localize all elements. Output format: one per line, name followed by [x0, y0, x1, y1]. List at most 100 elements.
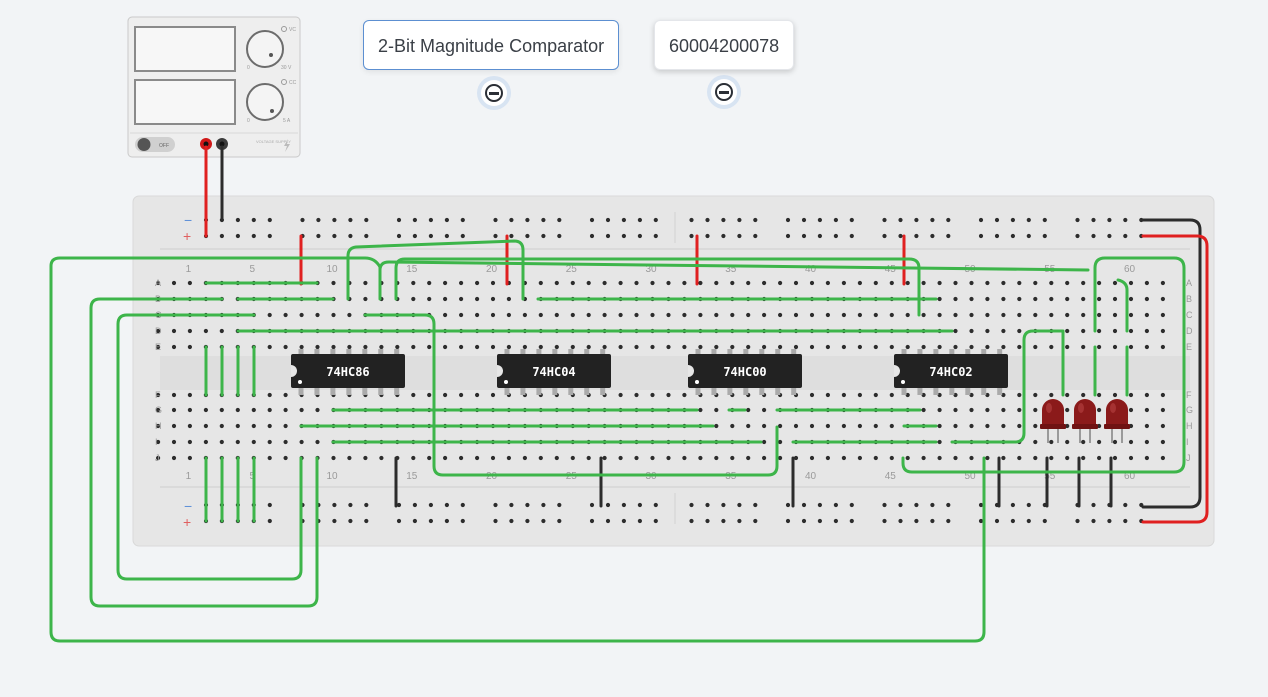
rail-hole[interactable] — [396, 233, 402, 239]
rail-hole[interactable] — [332, 217, 337, 223]
breadboard-hole[interactable] — [490, 280, 496, 286]
circuit-canvas[interactable]: VC CC 0 30 V 0 5 A OFF VOLTAGE SUPPLY − … — [0, 0, 1268, 697]
breadboard-hole[interactable] — [682, 280, 687, 286]
breadboard-hole[interactable] — [714, 280, 719, 286]
breadboard-hole[interactable] — [778, 439, 783, 445]
rail-hole[interactable] — [753, 518, 758, 524]
breadboard-hole[interactable] — [459, 296, 464, 302]
breadboard-hole[interactable] — [1160, 455, 1165, 461]
breadboard-hole[interactable] — [1065, 344, 1070, 350]
breadboard-hole[interactable] — [1001, 455, 1006, 461]
breadboard-hole[interactable] — [171, 344, 177, 350]
rail-hole[interactable] — [428, 502, 433, 508]
rail-hole[interactable] — [705, 217, 710, 223]
rail-hole[interactable] — [1042, 518, 1047, 524]
breadboard-hole[interactable] — [602, 455, 607, 461]
id-annotation[interactable]: 60004200078 — [654, 20, 795, 70]
breadboard-hole[interactable] — [857, 423, 863, 429]
breadboard-hole[interactable] — [714, 312, 719, 318]
breadboard-hole[interactable] — [1017, 455, 1022, 461]
breadboard-hole[interactable] — [666, 392, 671, 398]
breadboard-hole[interactable] — [363, 344, 368, 350]
rail-hole[interactable] — [316, 233, 321, 239]
breadboard-hole[interactable] — [1160, 344, 1165, 350]
breadboard-hole[interactable] — [825, 280, 831, 286]
rail-hole[interactable] — [721, 502, 726, 508]
breadboard-hole[interactable] — [1128, 328, 1134, 334]
rail-hole[interactable] — [541, 217, 546, 223]
breadboard-hole[interactable] — [586, 455, 591, 461]
rail-hole[interactable] — [509, 217, 514, 223]
breadboard-hole[interactable] — [1081, 455, 1086, 461]
rail-hole[interactable] — [882, 502, 887, 508]
rail-hole[interactable] — [914, 518, 919, 524]
breadboard-hole[interactable] — [873, 344, 878, 350]
breadboard-hole[interactable] — [1033, 296, 1038, 302]
breadboard-hole[interactable] — [379, 344, 384, 350]
rail-hole[interactable] — [444, 233, 449, 239]
rail-hole[interactable] — [525, 518, 530, 524]
breadboard-hole[interactable] — [762, 312, 767, 318]
breadboard-hole[interactable] — [379, 455, 384, 461]
breadboard-hole[interactable] — [778, 344, 783, 350]
breadboard-hole[interactable] — [985, 407, 990, 413]
breadboard-hole[interactable] — [299, 407, 304, 413]
breadboard-hole[interactable] — [969, 423, 974, 429]
breadboard-hole[interactable] — [427, 296, 432, 302]
breadboard-hole[interactable] — [187, 455, 192, 461]
rail-hole[interactable] — [753, 502, 758, 508]
rail-hole[interactable] — [348, 518, 353, 524]
breadboard-hole[interactable] — [235, 423, 240, 429]
breadboard-hole[interactable] — [538, 312, 543, 318]
breadboard-hole[interactable] — [283, 455, 288, 461]
breadboard-hole[interactable] — [1049, 296, 1054, 302]
rail-hole[interactable] — [801, 518, 807, 524]
breadboard-hole[interactable] — [187, 439, 192, 445]
rail-hole[interactable] — [332, 518, 337, 524]
rail-hole[interactable] — [705, 502, 710, 508]
breadboard-hole[interactable] — [586, 280, 591, 286]
breadboard-hole[interactable] — [825, 344, 831, 350]
breadboard-hole[interactable] — [1112, 328, 1118, 334]
rail-hole[interactable] — [509, 233, 514, 239]
breadboard-hole[interactable] — [698, 280, 703, 286]
rail-hole[interactable] — [705, 518, 710, 524]
breadboard-hole[interactable] — [985, 328, 990, 334]
rail-hole[interactable] — [653, 518, 658, 524]
rail-hole[interactable] — [705, 233, 710, 239]
breadboard-hole[interactable] — [1065, 328, 1070, 334]
breadboard-hole[interactable] — [331, 280, 336, 286]
breadboard-hole[interactable] — [873, 423, 878, 429]
breadboard-hole[interactable] — [267, 407, 272, 413]
rail-hole[interactable] — [1091, 233, 1096, 239]
breadboard-hole[interactable] — [889, 344, 894, 350]
breadboard-hole[interactable] — [809, 280, 815, 286]
rail-hole[interactable] — [235, 233, 240, 239]
led-body[interactable] — [1074, 399, 1096, 428]
breadboard-hole[interactable] — [1160, 296, 1165, 302]
breadboard-hole[interactable] — [650, 344, 655, 350]
breadboard-hole[interactable] — [1017, 392, 1022, 398]
rail-hole[interactable] — [267, 217, 272, 223]
rail-hole[interactable] — [493, 518, 498, 524]
breadboard-hole[interactable] — [825, 455, 831, 461]
rail-hole[interactable] — [994, 518, 1000, 524]
rail-hole[interactable] — [930, 217, 935, 223]
rail-hole[interactable] — [267, 518, 272, 524]
breadboard-hole[interactable] — [698, 407, 703, 413]
breadboard-hole[interactable] — [1081, 296, 1086, 302]
rail-hole[interactable] — [849, 502, 854, 508]
breadboard-hole[interactable] — [1128, 312, 1134, 318]
breadboard-hole[interactable] — [1144, 312, 1149, 318]
breadboard-hole[interactable] — [1017, 407, 1022, 413]
breadboard-hole[interactable] — [235, 439, 240, 445]
breadboard-hole[interactable] — [1001, 328, 1006, 334]
rail-hole[interactable] — [898, 233, 903, 239]
rail-hole[interactable] — [882, 217, 887, 223]
breadboard-hole[interactable] — [969, 344, 974, 350]
breadboard-hole[interactable] — [873, 280, 878, 286]
breadboard-hole[interactable] — [618, 392, 623, 398]
breadboard-hole[interactable] — [953, 423, 958, 429]
rail-hole[interactable] — [882, 233, 887, 239]
breadboard-hole[interactable] — [602, 280, 607, 286]
